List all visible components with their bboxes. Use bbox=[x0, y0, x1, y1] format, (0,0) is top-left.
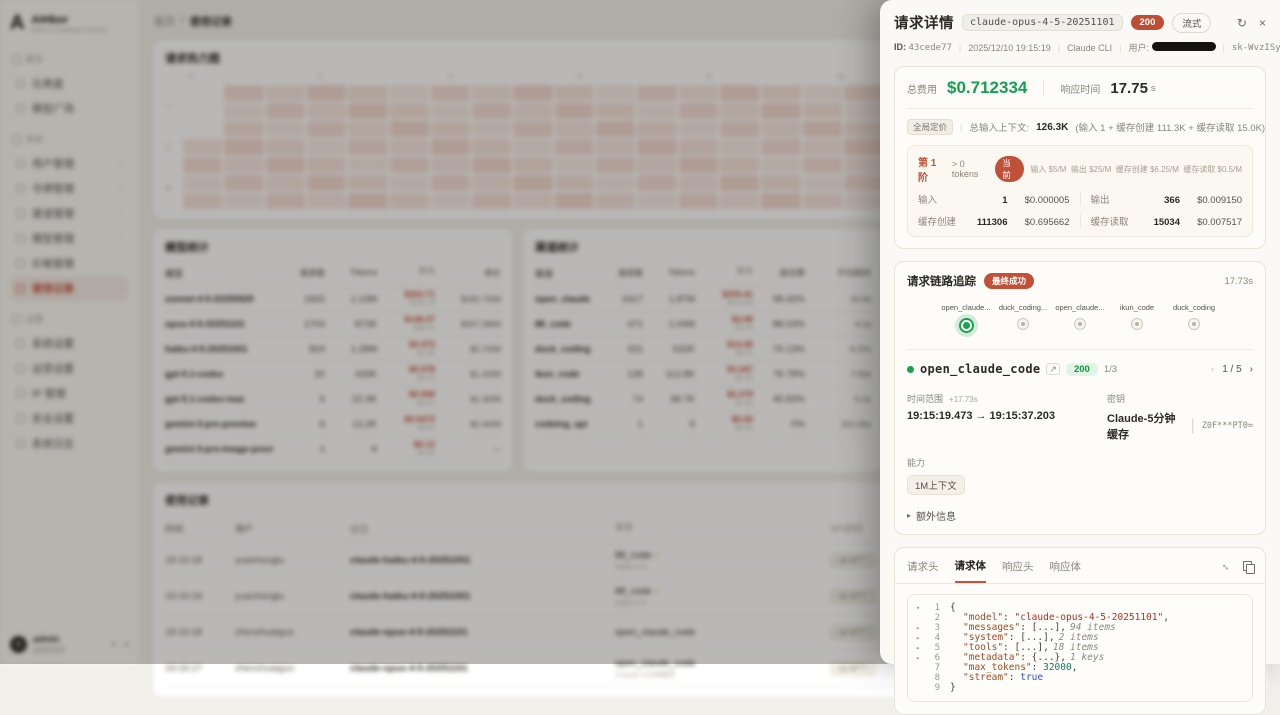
fold-icon[interactable]: ▸ bbox=[916, 643, 926, 653]
model-tag: claude-opus-4-5-20251101 bbox=[962, 14, 1123, 31]
trace-timeline: open_claude... duck_coding... open_claud… bbox=[907, 303, 1253, 333]
pager-prev-icon[interactable]: ‹ bbox=[1211, 364, 1214, 375]
current-tier-badge: 当前 bbox=[995, 156, 1024, 182]
context-total: 126.3K bbox=[1036, 122, 1068, 133]
tab-response-headers[interactable]: 响应头 bbox=[1002, 559, 1034, 582]
external-link-icon[interactable]: ↗ bbox=[1046, 363, 1060, 375]
trace-node[interactable]: duck_coding... bbox=[1001, 303, 1045, 333]
pricing-mode-tag: 全局定价 bbox=[907, 119, 953, 135]
refresh-icon[interactable]: ↻ bbox=[1237, 16, 1247, 30]
extra-info-toggle[interactable]: ▸ 额外信息 bbox=[907, 508, 1253, 523]
status-dot bbox=[907, 366, 914, 373]
attempt-count: 1/3 bbox=[1104, 364, 1117, 375]
key-id: Z0F***PT0= bbox=[1202, 421, 1253, 431]
fold-icon[interactable]: ▸ bbox=[916, 633, 926, 643]
attempt-status-badge: 200 bbox=[1066, 363, 1098, 376]
fold-icon[interactable]: ▾ bbox=[916, 603, 926, 613]
trace-node[interactable]: ikun_code bbox=[1115, 303, 1159, 333]
redacted-username bbox=[1152, 42, 1216, 51]
trace-duration: 17.73s bbox=[1224, 276, 1253, 287]
trace-node-icon bbox=[1017, 318, 1029, 330]
pager-next-icon[interactable]: › bbox=[1250, 364, 1253, 375]
trace-node-icon bbox=[959, 318, 974, 333]
time-range: 19:15:19.473 → 19:15:37.203 bbox=[907, 410, 1107, 422]
time-delta: +17.73s bbox=[949, 395, 978, 404]
trace-node-icon bbox=[1188, 318, 1200, 330]
status-code-badge: 200 bbox=[1131, 15, 1165, 30]
trace-node[interactable]: open_claude... bbox=[1058, 303, 1102, 333]
request-detail-drawer: 请求详情 claude-opus-4-5-20251101 200 流式 ↻ ×… bbox=[880, 0, 1280, 664]
copy-icon[interactable] bbox=[1243, 561, 1253, 572]
total-cost: $0.712334 bbox=[947, 78, 1027, 98]
trace-node[interactable]: open_claude... bbox=[944, 303, 988, 333]
cost-card: 总费用 $0.712334 响应时间 17.75 s 全局定价 | 总输入上下文… bbox=[894, 66, 1266, 249]
context-breakdown: (输入 1 + 缓存创建 111.3K + 缓存读取 15.0K) bbox=[1075, 120, 1265, 134]
json-viewer: ▾1{ 2"model": "claude-opus-4-5-20251101"… bbox=[907, 594, 1253, 702]
response-time: 17.75 bbox=[1110, 80, 1148, 97]
api-key-text: sk-WvzISy4...uwgB bbox=[1232, 43, 1280, 53]
close-icon[interactable]: × bbox=[1259, 16, 1266, 30]
payload-card: 请求头 请求体 响应头 响应体 ↔ ▾1{ 2"model": "claude-… bbox=[894, 547, 1266, 715]
pricing-tier-card: 第 1 阶 > 0 tokens 当前 输入 $5/M 输出 $25/M 缓存创… bbox=[907, 145, 1253, 237]
trace-detail: open_claude_code ↗ 200 1/3 ‹ 1 / 5 › 时间范… bbox=[907, 349, 1253, 523]
expand-icon[interactable]: ↔ bbox=[1219, 559, 1234, 574]
trace-node-icon bbox=[1074, 318, 1086, 330]
expand-triangle-icon: ▸ bbox=[907, 511, 911, 520]
drawer-title: 请求详情 bbox=[894, 12, 954, 33]
tier-rates: 输入 $5/M 输出 $25/M 缓存创建 $6.25/M 缓存读取 $0.5/… bbox=[1030, 164, 1242, 175]
stream-badge: 流式 bbox=[1172, 13, 1211, 33]
key-name: Claude-5分钟缓存 bbox=[1107, 410, 1184, 442]
payload-tabs: 请求头 请求体 响应头 响应体 ↔ bbox=[895, 548, 1265, 584]
final-status-badge: 最终成功 bbox=[984, 273, 1034, 289]
tab-request-headers[interactable]: 请求头 bbox=[907, 559, 939, 582]
trace-card: 请求链路追踪 最终成功 17.73s open_claude... duck_c… bbox=[894, 261, 1266, 535]
fold-icon[interactable]: ▸ bbox=[916, 623, 926, 633]
pager-position: 1 / 5 bbox=[1222, 364, 1241, 375]
tab-request-body[interactable]: 请求体 bbox=[955, 558, 987, 583]
trace-title: 请求链路追踪 bbox=[907, 273, 976, 289]
fold-icon[interactable]: ▸ bbox=[916, 653, 926, 663]
channel-name: open_claude_code bbox=[920, 362, 1040, 376]
capability-tag: 1M上下文 bbox=[907, 475, 965, 495]
trace-node[interactable]: duck_coding bbox=[1172, 303, 1216, 333]
trace-node-icon bbox=[1131, 318, 1143, 330]
request-meta: ID: 43cede77 | 2025/12/10 19:15:19 | Cla… bbox=[894, 41, 1266, 54]
tab-response-body[interactable]: 响应体 bbox=[1050, 559, 1082, 582]
